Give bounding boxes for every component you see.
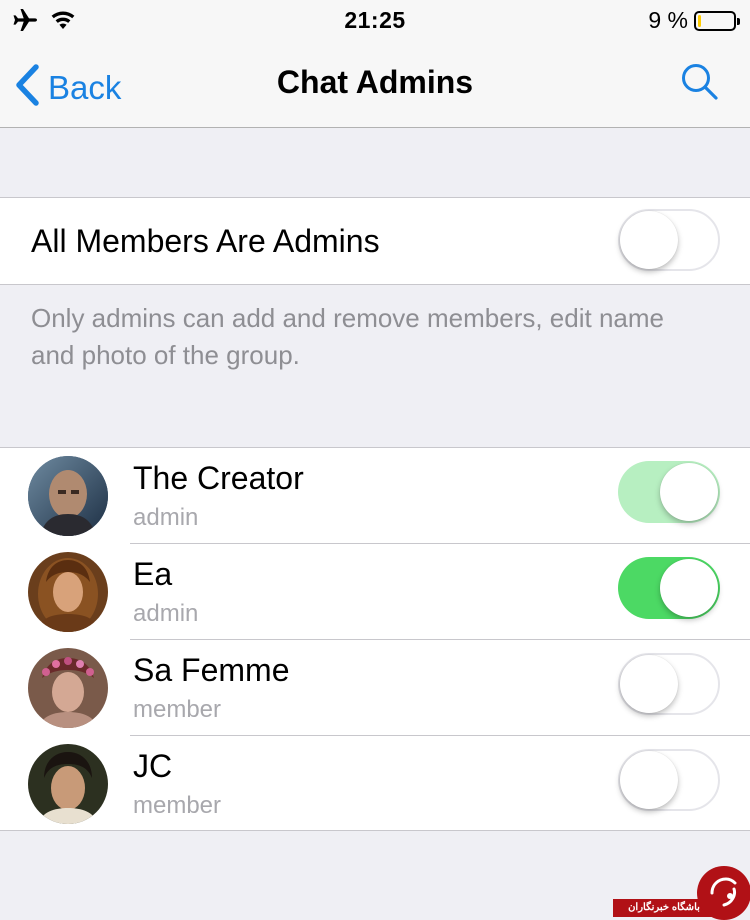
members-list: The Creator admin Ea admin Sa Femme memb…: [0, 447, 750, 831]
member-name: The Creator: [133, 460, 304, 496]
member-role: member: [133, 696, 222, 723]
list-item[interactable]: Sa Femme member: [0, 640, 750, 736]
member-name: Ea: [133, 556, 173, 592]
admin-toggle[interactable]: [618, 557, 720, 619]
toggle-knob: [660, 559, 718, 617]
back-button[interactable]: Back: [14, 64, 121, 111]
back-label: Back: [48, 68, 122, 106]
navigation-bar: Back Chat Admins: [0, 40, 750, 128]
avatar: [28, 456, 108, 536]
toggle-knob: [620, 211, 678, 269]
chevron-left-icon: [14, 64, 40, 111]
battery-nub: [737, 17, 740, 25]
status-right: 9 %: [648, 7, 740, 34]
member-name: JC: [133, 748, 173, 784]
admin-toggle[interactable]: [618, 749, 720, 811]
list-item[interactable]: The Creator admin: [0, 448, 750, 544]
avatar: [28, 744, 108, 824]
avatar: [28, 552, 108, 632]
search-button[interactable]: [680, 62, 720, 107]
toggle-knob: [660, 463, 718, 521]
battery-icon: [694, 10, 740, 31]
member-role: admin: [133, 504, 199, 531]
member-role: member: [133, 792, 222, 819]
all-members-admins-toggle[interactable]: [618, 209, 720, 271]
status-time: 21:25: [344, 7, 406, 33]
admins-footnote: Only admins can add and remove members, …: [31, 303, 664, 370]
list-item[interactable]: JC member: [0, 736, 750, 832]
battery-fill: [698, 14, 701, 27]
search-icon: [680, 64, 720, 106]
toggle-knob: [620, 655, 678, 713]
battery-percent: 9 %: [648, 7, 688, 33]
watermark-logo: [694, 863, 750, 920]
member-role: admin: [133, 600, 199, 627]
toggle-knob: [620, 751, 678, 809]
all-members-admins-label: All Members Are Admins: [31, 223, 380, 259]
admin-toggle[interactable]: [618, 653, 720, 715]
list-item[interactable]: Ea admin: [0, 544, 750, 640]
all-members-admins-cell: All Members Are Admins: [0, 197, 750, 285]
status-bar: 21:25 9 %: [0, 0, 750, 40]
avatar: [28, 648, 108, 728]
member-name: Sa Femme: [133, 652, 290, 688]
admin-toggle[interactable]: [618, 461, 720, 523]
